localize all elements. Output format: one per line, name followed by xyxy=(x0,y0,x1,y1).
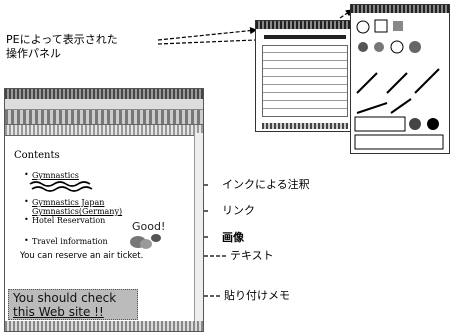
panel-callout-line2: 操作パネル xyxy=(6,47,61,60)
good-image: Good! xyxy=(116,220,168,250)
bullet: • xyxy=(24,215,29,224)
sticky-memo[interactable]: You should check this Web site !! xyxy=(8,289,138,320)
dialog-header-bar xyxy=(264,35,346,39)
bullet: • xyxy=(24,170,29,179)
text-label: テキスト xyxy=(230,249,274,262)
image-label: 画像 xyxy=(222,231,244,244)
hotel-reservation[interactable]: Hotel Reservation xyxy=(32,216,105,225)
ink-underline xyxy=(29,181,93,192)
body-text: You can reserve an air ticket. xyxy=(20,251,144,261)
browser-toolbar[interactable] xyxy=(5,110,203,125)
palette-titlebar xyxy=(351,5,449,13)
good-image-graphic xyxy=(130,234,161,249)
dialog-form-area[interactable] xyxy=(262,45,348,117)
panel-arrow-1 xyxy=(157,27,258,41)
bullet: • xyxy=(24,236,29,245)
memo-line2: this Web site !! xyxy=(13,305,104,319)
panel-arrow-2 xyxy=(157,39,257,45)
browser-statusbar xyxy=(5,321,203,331)
panel-callout-line1: PEによって表示された xyxy=(6,33,118,46)
browser-scrollbar[interactable] xyxy=(194,133,203,321)
travel-information[interactable]: Travel information xyxy=(32,237,108,246)
operation-panel-dialog[interactable] xyxy=(255,20,355,132)
link-gymnastics-germany[interactable]: Gymnastics(Germany) xyxy=(32,207,122,216)
bullet: • xyxy=(24,197,29,206)
page-heading: Contents xyxy=(14,150,60,161)
link-label: リンク xyxy=(222,204,255,217)
tool-palette[interactable] xyxy=(350,4,450,154)
browser-address-bar[interactable] xyxy=(5,125,203,136)
memo-label: 貼り付けメモ xyxy=(224,289,290,302)
link-gymnastics-japan[interactable]: Gymnastics Japan xyxy=(32,198,104,207)
ink-annotation-label: インクによる注釈 xyxy=(222,178,310,191)
dialog-titlebar xyxy=(256,21,354,29)
dialog-button-row[interactable] xyxy=(262,123,348,129)
browser-menubar[interactable] xyxy=(5,99,203,110)
palette-tools[interactable] xyxy=(351,13,449,153)
browser-titlebar xyxy=(5,89,203,99)
memo-line1: You should check xyxy=(13,291,117,305)
link-gymnastics[interactable]: Gymnastics xyxy=(32,171,79,180)
